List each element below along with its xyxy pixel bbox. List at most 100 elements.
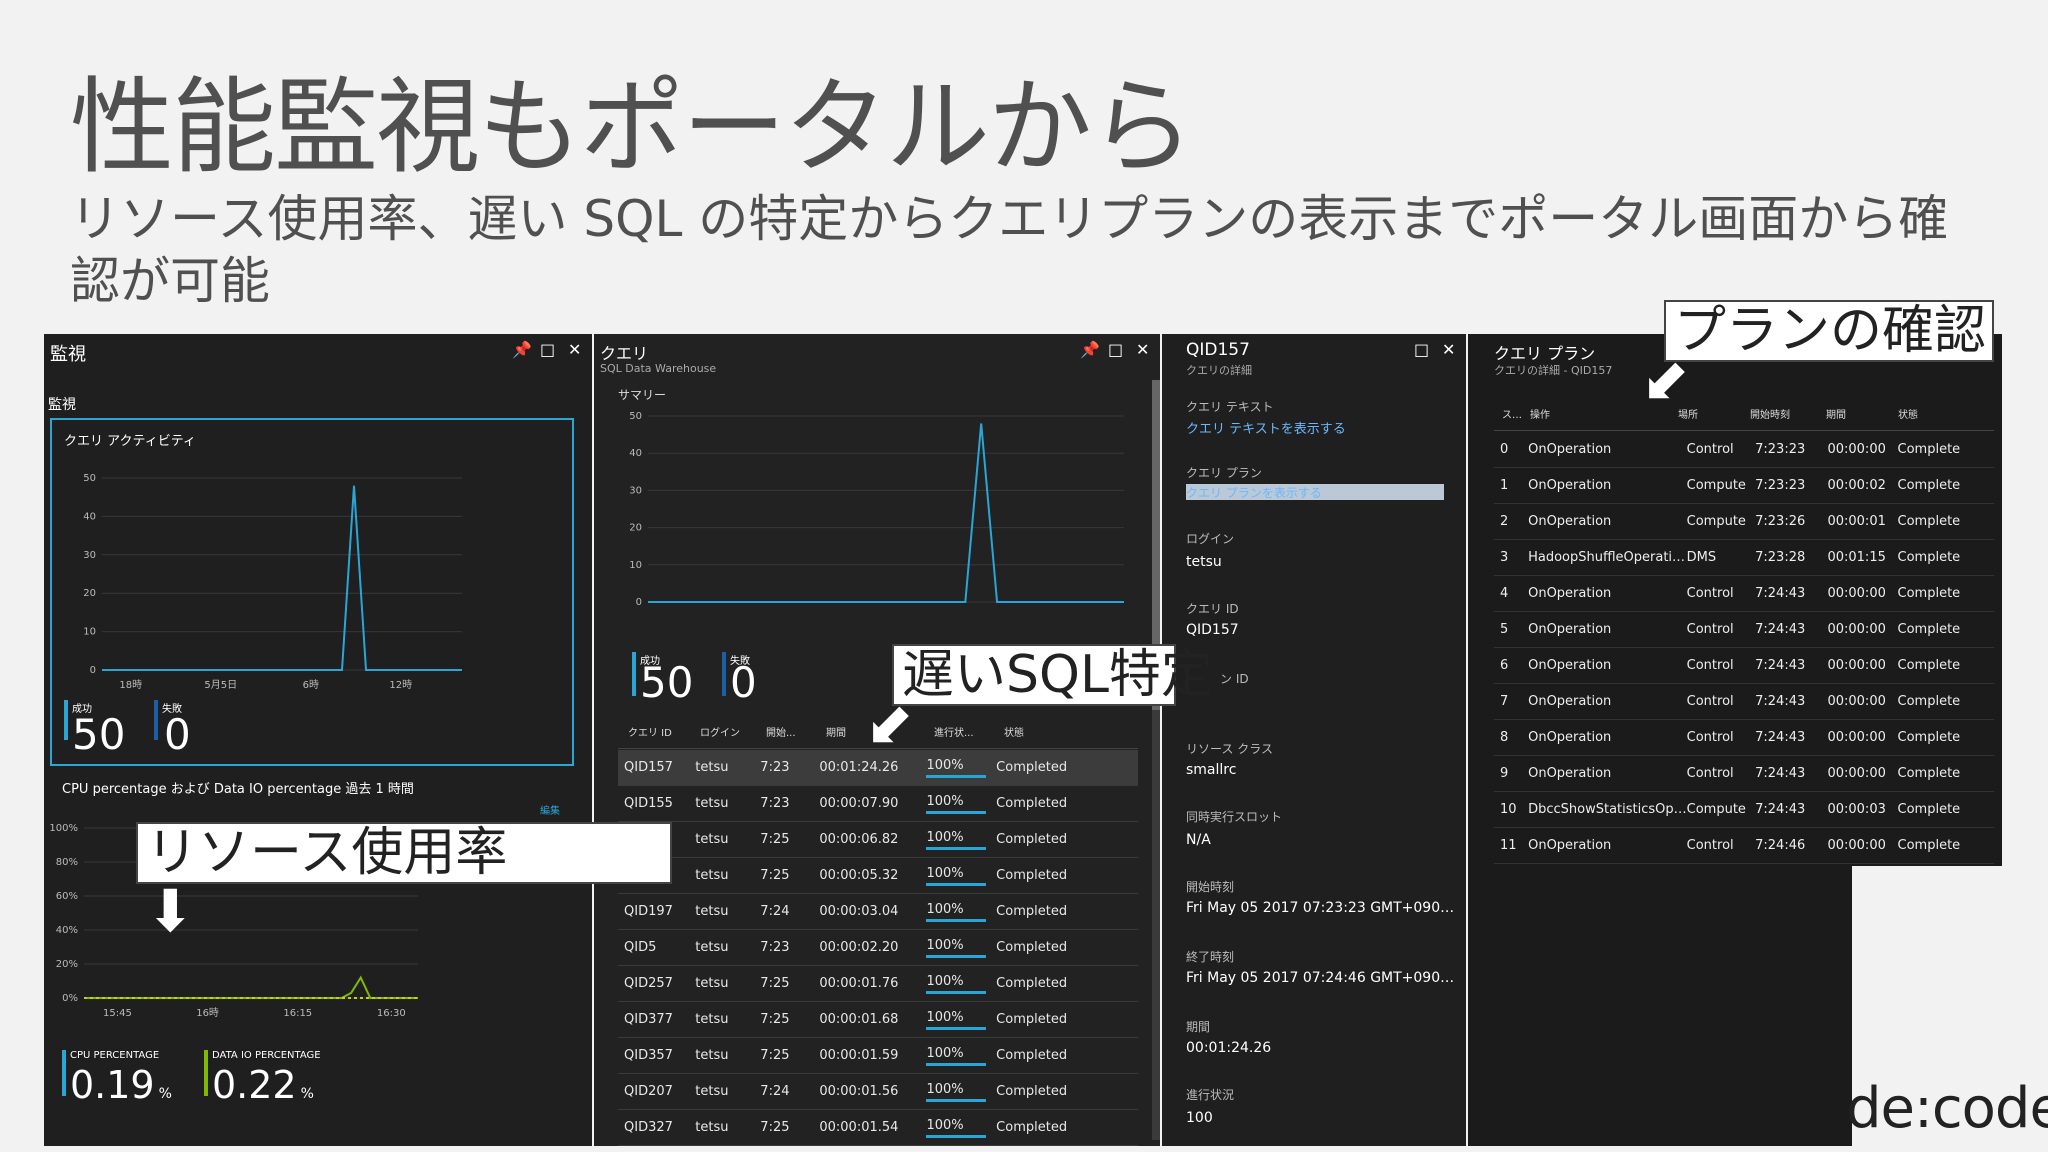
step-cell: 7 [1494, 683, 1529, 720]
plan-link[interactable]: クエリ プランを表示する [1186, 484, 1444, 500]
edit-link[interactable]: 編集 [540, 802, 560, 817]
start-cell: 7:24:43 [1755, 791, 1828, 828]
table-row[interactable]: QID327 tetsu 7:25 00:00:01.54 100% Completed [618, 1109, 1138, 1146]
x-tick-label: 18時 [119, 679, 142, 691]
start-cell: 7:23 [760, 750, 820, 786]
y-tick-label: 50 [83, 473, 96, 484]
table-row[interactable]: QID257 tetsu 7:25 00:00:01.76 100% Completed [618, 965, 1138, 1002]
table-row[interactable]: QID387tetsu7:2500:00:06.82100%Completed [618, 821, 1138, 858]
col-step[interactable]: ス… [1502, 406, 1522, 421]
session-label: ン ID [1220, 672, 1249, 686]
cell-text: Completed [996, 976, 1068, 991]
col-login[interactable]: ログイン [700, 724, 740, 739]
scrollbar[interactable] [1152, 380, 1160, 1140]
cell-text: 7:23 [760, 760, 790, 775]
col-qid[interactable]: クエリ ID [628, 724, 672, 739]
location-cell: Compute [1686, 791, 1756, 828]
queries-title: クエリ [600, 344, 649, 363]
table-row[interactable]: 11 OnOperation Control 7:24:46 00:00:00 Compl… [1494, 827, 1994, 864]
step-cell: 3 [1494, 539, 1529, 576]
cpu-value: 0.19% [70, 1064, 172, 1115]
maximize-icon[interactable]: □ [1414, 340, 1429, 359]
table-row[interactable]: 5 OnOperation Control 7:24:43 00:00:00 Comple… [1494, 611, 1994, 648]
table-row[interactable]: QID155 tetsu 7:23 00:00:07.90 100% Completed [618, 785, 1138, 822]
col-start[interactable]: 開始... [766, 724, 796, 739]
maximize-icon[interactable]: □ [1108, 340, 1123, 359]
close-icon[interactable]: ✕ [568, 340, 581, 359]
table-row[interactable]: QID5 tetsu 7:23 00:00:02.20 100% Completed [618, 929, 1138, 966]
table-row[interactable]: QID367tetsu7:2500:00:05.32100%Completed [618, 857, 1138, 894]
location-cell: Compute [1686, 467, 1756, 504]
cell-text: QID357 [624, 1048, 673, 1063]
success-indicator [64, 700, 68, 740]
table-row[interactable]: 1 OnOperation Compute 7:23:23 00:00:02 Comple… [1494, 467, 1994, 504]
close-icon[interactable]: ✕ [1136, 340, 1149, 359]
table-row[interactable]: QID207 tetsu 7:24 00:00:01.56 100% Completed [618, 1073, 1138, 1110]
cell-text: tetsu [695, 1084, 729, 1099]
down-arrow-icon: ⬇ [146, 877, 195, 945]
operation-cell: OnOperation [1528, 432, 1687, 468]
col-start[interactable]: 開始時刻 [1750, 406, 1790, 421]
col-progress[interactable]: 進行状... [934, 724, 974, 739]
progress-cell: 100% [926, 1001, 997, 1038]
table-row[interactable]: 8 OnOperation Control 7:24:43 00:00:00 Comple… [1494, 719, 1994, 756]
cell-text: 00:00:02.20 [819, 940, 899, 955]
col-duration[interactable]: 期間 [1826, 406, 1846, 421]
operation-cell: DbccShowStatisticsOp… [1528, 791, 1687, 828]
table-row[interactable]: 9 OnOperation Control 7:24:43 00:00:00 Comple… [1494, 755, 1994, 792]
table-row[interactable]: 2 OnOperation Compute 7:23:26 00:00:01 Comple… [1494, 503, 1994, 540]
query-text-link[interactable]: クエリ テキストを表示する [1186, 418, 1346, 437]
fail-value: 0 [730, 658, 757, 707]
x-tick-label: 12時 [389, 679, 412, 691]
duration-cell: 00:00:03 [1827, 791, 1898, 828]
col-duration[interactable]: 期間 [826, 724, 846, 739]
table-row[interactable]: QID197 tetsu 7:24 00:00:03.04 100% Completed [618, 893, 1138, 930]
cell-text: 00:01:24.26 [819, 760, 899, 775]
table-row[interactable]: 4 OnOperation Control 7:24:43 00:00:00 Comple… [1494, 575, 1994, 612]
cell-text: 100% [926, 1045, 964, 1061]
cell-text: tetsu [695, 796, 729, 811]
queries-subtitle: SQL Data Warehouse [600, 362, 717, 375]
header-divider [1494, 430, 1994, 431]
status-cell: Complete [1897, 755, 1994, 792]
close-icon[interactable]: ✕ [1442, 340, 1455, 359]
operation-cell: OnOperation [1528, 575, 1687, 612]
maximize-icon[interactable]: □ [540, 340, 555, 359]
pin-icon[interactable]: 📌 [512, 340, 532, 359]
duration-cell: 00:00:02.20 [819, 929, 927, 966]
col-location[interactable]: 場所 [1678, 406, 1698, 421]
x-tick-label: 16:30 [377, 1008, 406, 1019]
cell-text: tetsu [695, 904, 729, 919]
detail-subtitle: クエリの詳細 [1186, 364, 1252, 377]
table-row[interactable]: QID377 tetsu 7:25 00:00:01.68 100% Completed [618, 1001, 1138, 1038]
operation-cell: OnOperation [1528, 503, 1687, 540]
start-cell: 7:24:43 [1755, 683, 1828, 720]
dataio-value: 0.22% [212, 1064, 314, 1115]
col-operation[interactable]: 操作 [1530, 406, 1550, 421]
table-row[interactable]: 3 HadoopShuffleOperati… DMS 7:23:28 00:01:15… [1494, 539, 1994, 576]
end-value: Fri May 05 2017 07:24:46 GMT+090… [1186, 970, 1455, 986]
progress-cell: 100% [926, 1109, 997, 1146]
table-row[interactable]: QID357 tetsu 7:25 00:00:01.59 100% Completed [618, 1037, 1138, 1074]
table-row[interactable]: 6 OnOperation Control 7:24:43 00:00:00 Comple… [1494, 647, 1994, 684]
login-cell: tetsu [695, 965, 761, 1002]
cpu-unit: % [158, 1086, 172, 1102]
location-cell: Control [1686, 611, 1756, 648]
cpu-number: 0.19 [70, 1063, 155, 1107]
pin-icon[interactable]: 📌 [1080, 340, 1100, 359]
col-status[interactable]: 状態 [1004, 724, 1024, 739]
step-cell: 10 [1494, 791, 1529, 828]
qid-cell: QID207 [618, 1073, 696, 1110]
y-tick-label: 20 [83, 588, 96, 599]
cell-text: 100% [926, 1009, 964, 1025]
duration-cell: 00:00:00 [1827, 432, 1898, 468]
table-row[interactable]: 10 DbccShowStatisticsOp… Compute 7:24:43 00:… [1494, 791, 1994, 828]
table-row[interactable]: 7 OnOperation Control 7:24:43 00:00:00 Comple… [1494, 683, 1994, 720]
table-row[interactable]: 0 OnOperation Control 7:23:23 00:00:00 Comple… [1494, 432, 1994, 468]
operation-cell: OnOperation [1528, 683, 1687, 720]
cell-text: 00:00:01.76 [819, 976, 899, 991]
col-status[interactable]: 状態 [1898, 406, 1918, 421]
login-cell: tetsu [695, 1001, 761, 1038]
query-activity-tile[interactable]: クエリ アクティビティ 50 40 30 20 10 0 18時 5月5日 6時 12時 成功 5… [50, 418, 574, 766]
y-tick-label: 30 [629, 485, 642, 496]
